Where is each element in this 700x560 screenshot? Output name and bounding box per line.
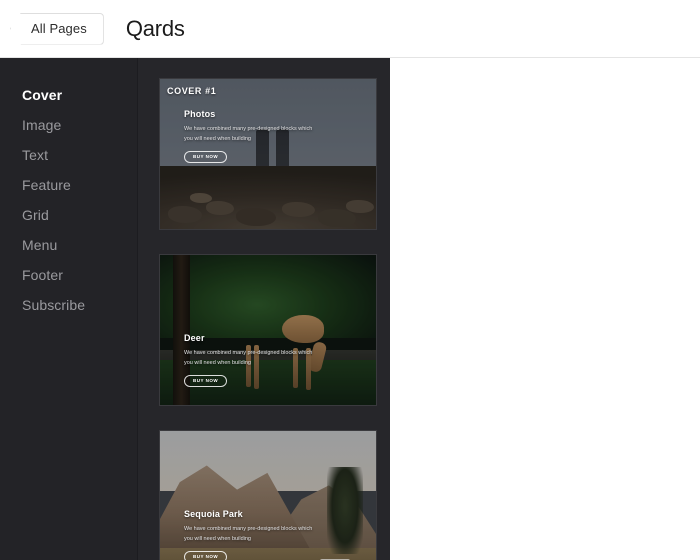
sidebar-item-image[interactable]: Image bbox=[0, 110, 137, 140]
canvas-content-area[interactable] bbox=[390, 58, 700, 560]
card-preview-deer[interactable]: Deer We have combined many pre-designed … bbox=[159, 254, 377, 406]
card-description: We have combined many pre-designed block… bbox=[184, 526, 313, 543]
card-body: Deer We have combined many pre-designed … bbox=[184, 333, 334, 388]
sidebar-item-label: Feature bbox=[22, 177, 71, 193]
all-pages-label: All Pages bbox=[31, 21, 87, 36]
card-list[interactable]: COVER #1 Photos We have combined many pr… bbox=[139, 58, 390, 560]
sidebar-item-label: Footer bbox=[22, 267, 64, 283]
card-preview-cover-1[interactable]: COVER #1 Photos We have combined many pr… bbox=[159, 78, 377, 230]
sidebar-item-label: Cover bbox=[22, 87, 63, 103]
sidebar-item-footer[interactable]: Footer bbox=[0, 260, 137, 290]
sidebar-item-label: Subscribe bbox=[22, 297, 86, 313]
app-root: All Pages Qards Cover Image Text Feature… bbox=[0, 0, 700, 560]
card-cta-button[interactable]: BUY NOW bbox=[184, 551, 228, 560]
card-body: Sequoia Park We have combined many pre-d… bbox=[184, 509, 334, 560]
card-cta-button[interactable]: BUY NOW bbox=[184, 151, 228, 164]
sidebar-item-subscribe[interactable]: Subscribe bbox=[0, 290, 137, 320]
editor-dark-region: Cover Image Text Feature Grid Menu Foote… bbox=[0, 58, 390, 560]
sidebar-item-grid[interactable]: Grid bbox=[0, 200, 137, 230]
sidebar-item-cover[interactable]: Cover bbox=[0, 80, 137, 110]
app-header: All Pages Qards bbox=[0, 0, 700, 58]
card-preview-sequoia-park[interactable]: Sequoia Park We have combined many pre-d… bbox=[159, 430, 377, 560]
card-description: We have combined many pre-designed block… bbox=[184, 126, 313, 143]
sidebar-item-label: Grid bbox=[22, 207, 49, 223]
card-description: We have combined many pre-designed block… bbox=[184, 350, 313, 367]
sidebar-item-menu[interactable]: Menu bbox=[0, 230, 137, 260]
card-body: Photos We have combined many pre-designe… bbox=[184, 109, 334, 164]
sidebar-item-label: Image bbox=[22, 117, 62, 133]
card-cta-button[interactable]: BUY NOW bbox=[184, 375, 228, 388]
card-title: Photos bbox=[184, 109, 216, 119]
sidebar-item-text[interactable]: Text bbox=[0, 140, 137, 170]
card-badge: COVER #1 bbox=[167, 86, 217, 96]
card-title: Sequoia Park bbox=[184, 509, 243, 519]
page-title: Qards bbox=[125, 15, 185, 41]
sidebar-item-label: Text bbox=[22, 147, 49, 163]
sidebar-item-label: Menu bbox=[22, 237, 58, 253]
sidebar-item-feature[interactable]: Feature bbox=[0, 170, 137, 200]
sidebar: Cover Image Text Feature Grid Menu Foote… bbox=[0, 58, 138, 560]
card-title: Deer bbox=[184, 333, 205, 343]
all-pages-back-button[interactable]: All Pages bbox=[10, 12, 104, 45]
